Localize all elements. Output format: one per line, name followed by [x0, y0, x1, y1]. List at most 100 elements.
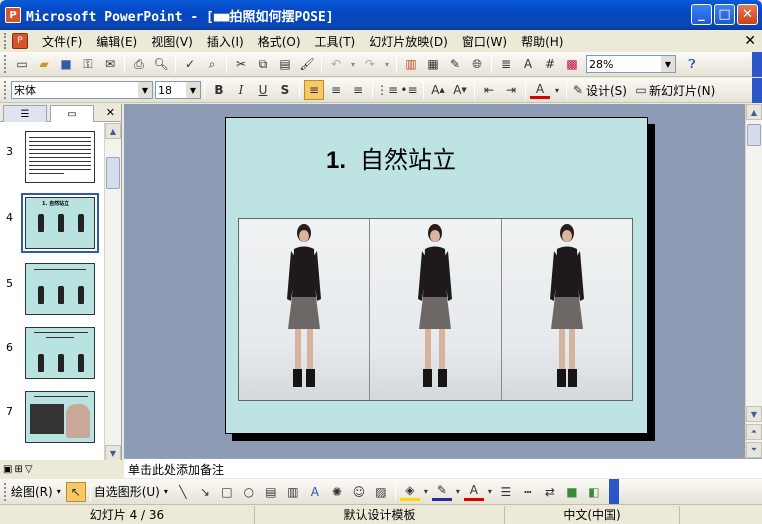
next-slide-icon[interactable]: ⏷	[746, 442, 762, 458]
model-photo[interactable]	[238, 218, 633, 401]
draw-menu-button[interactable]: 绘图(R)	[11, 483, 53, 500]
scroll-down-icon[interactable]: ▼	[105, 445, 121, 461]
insert-table-icon[interactable]: ▦	[423, 54, 443, 74]
new-icon[interactable]: ▭	[12, 54, 32, 74]
slideshow-icon[interactable]: ▽	[25, 464, 33, 475]
grid-icon[interactable]: #	[540, 54, 560, 74]
decrease-font-icon[interactable]: A ▼	[450, 80, 470, 100]
thumbnail-item-selected[interactable]: 4 1. 自然站立	[0, 193, 104, 255]
previous-slide-icon[interactable]: ⏶	[746, 424, 762, 440]
scroll-up-icon[interactable]: ▲	[746, 104, 762, 120]
chevron-down-icon[interactable]: ▾	[57, 487, 61, 496]
font-color-icon[interactable]: A	[463, 483, 484, 501]
menu-format[interactable]: 格式(O)	[258, 33, 301, 50]
vertical-textbox-icon[interactable]: ▥	[283, 482, 303, 502]
menu-edit[interactable]: 编辑(E)	[96, 33, 137, 50]
email-icon[interactable]: ✉	[100, 54, 120, 74]
redo-icon[interactable]: ↷	[360, 54, 380, 74]
tab-outline[interactable]: ☰	[3, 105, 47, 122]
pane-close-icon[interactable]: ✕	[106, 106, 115, 119]
insert-chart-icon[interactable]: ▥	[401, 54, 421, 74]
tab-slides[interactable]: ▭	[50, 105, 94, 122]
minimize-button[interactable]: _	[691, 4, 712, 25]
normal-view-icon[interactable]: ▣	[3, 464, 12, 475]
menu-help[interactable]: 帮助(H)	[521, 33, 563, 50]
3d-style-icon[interactable]: ◧	[584, 482, 604, 502]
research-icon[interactable]: ⌕	[202, 54, 222, 74]
font-dropdown-icon[interactable]: ▾	[486, 482, 494, 502]
line-dropdown-icon[interactable]: ▾	[454, 482, 462, 502]
slide-thumbnail-4[interactable]: 1. 自然站立	[21, 193, 99, 253]
show-formatting-icon[interactable]: A	[518, 54, 538, 74]
oval-icon[interactable]: ○	[239, 482, 259, 502]
scrollbar-thumb[interactable]	[747, 124, 761, 146]
menu-view[interactable]: 视图(V)	[151, 33, 193, 50]
italic-icon[interactable]: I	[231, 80, 251, 100]
line-style-icon[interactable]: ☰	[496, 482, 516, 502]
shadow-style-icon[interactable]: ■	[562, 482, 582, 502]
fill-color-icon[interactable]: ◈	[399, 483, 420, 501]
expand-all-icon[interactable]: ≣	[496, 54, 516, 74]
scrollbar-thumb[interactable]	[106, 157, 120, 189]
bold-icon[interactable]: B	[209, 80, 229, 100]
document-close-icon[interactable]: ✕	[744, 33, 756, 49]
spelling-icon[interactable]: ✓	[180, 54, 200, 74]
font-color-dropdown-icon[interactable]: ▾	[552, 80, 562, 100]
toolbar-grip[interactable]	[4, 482, 7, 501]
select-objects-icon[interactable]: ↖	[65, 481, 86, 502]
decrease-indent-icon[interactable]: ⇤	[479, 80, 499, 100]
menu-window[interactable]: 窗口(W)	[462, 33, 507, 50]
cut-icon[interactable]: ✂	[231, 54, 251, 74]
maximize-button[interactable]: □	[714, 4, 735, 25]
underline-icon[interactable]: U	[253, 80, 273, 100]
autoshapes-menu-button[interactable]: 自选图形(U)	[94, 483, 160, 500]
menu-tools[interactable]: 工具(T)	[315, 33, 356, 50]
arrow-style-icon[interactable]: ⇄	[540, 482, 560, 502]
print-preview-icon[interactable]: 🔍︎	[151, 54, 171, 74]
shadow-icon[interactable]: S	[275, 80, 295, 100]
permission-icon[interactable]: ⚿	[78, 54, 98, 74]
tables-borders-icon[interactable]: ✎	[445, 54, 465, 74]
font-size-select[interactable]: 18 ▼	[155, 81, 201, 99]
align-right-icon[interactable]: ≡	[348, 80, 368, 100]
toolbar-options-icon[interactable]	[752, 78, 762, 103]
toolbar-grip[interactable]	[4, 55, 7, 73]
color-grayscale-icon[interactable]: ▩	[562, 54, 582, 74]
help-icon[interactable]: ❓︎	[682, 54, 702, 74]
copy-icon[interactable]: ⧉	[253, 54, 273, 74]
new-slide-button[interactable]: 新幻灯片(N)	[649, 82, 715, 99]
font-select[interactable]: 宋体 ▼	[11, 81, 153, 99]
thumbnail-item[interactable]: 5	[0, 263, 104, 321]
textbox-icon[interactable]: ▤	[261, 482, 281, 502]
design-icon[interactable]: ✎	[571, 80, 585, 100]
line-icon[interactable]: ╲	[173, 482, 193, 502]
save-icon[interactable]: ■	[56, 54, 76, 74]
format-painter-icon[interactable]: 🖌︎	[297, 54, 317, 74]
slide-title[interactable]: 1. 自然站立	[326, 140, 456, 175]
slide-thumbnail-3[interactable]	[25, 131, 95, 183]
undo-icon[interactable]: ↶	[326, 54, 346, 74]
increase-indent-icon[interactable]: ⇥	[501, 80, 521, 100]
numbering-icon[interactable]: ⋮≡	[376, 80, 398, 100]
align-left-icon[interactable]: ≡	[304, 80, 324, 100]
hyperlink-icon[interactable]: 🌐︎	[467, 54, 487, 74]
thumbnail-item[interactable]: 6	[0, 327, 104, 385]
chevron-down-icon[interactable]: ▼	[661, 56, 675, 72]
chevron-down-icon[interactable]: ▼	[138, 82, 152, 98]
toolbar-options-icon[interactable]	[752, 52, 762, 77]
scroll-up-icon[interactable]: ▲	[105, 123, 121, 139]
open-icon[interactable]: ▰	[34, 54, 54, 74]
toolbar-options-icon[interactable]	[608, 479, 619, 504]
menu-insert[interactable]: 插入(I)	[207, 33, 244, 50]
document-icon[interactable]: P	[12, 33, 28, 49]
scroll-down-icon[interactable]: ▼	[746, 406, 762, 422]
undo-dropdown-icon[interactable]: ▾	[348, 54, 358, 74]
chevron-down-icon[interactable]: ▾	[164, 487, 168, 496]
clipart-icon[interactable]: ☺	[349, 482, 369, 502]
slide-sorter-icon[interactable]: ⊞	[14, 464, 22, 475]
zoom-select[interactable]: 28% ▼	[586, 55, 676, 73]
toolbar-grip[interactable]	[4, 81, 7, 99]
slide-thumbnail-7[interactable]	[25, 391, 95, 443]
fill-dropdown-icon[interactable]: ▾	[422, 482, 430, 502]
new-slide-icon[interactable]: ▭	[634, 80, 648, 100]
